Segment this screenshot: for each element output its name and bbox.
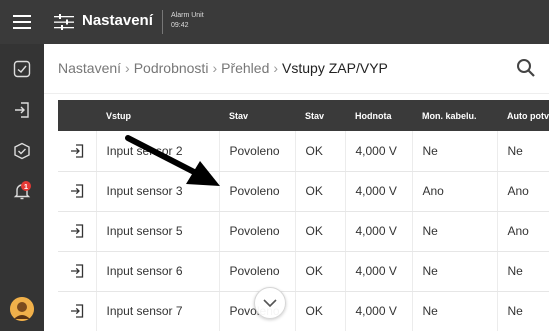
cell-auto-potv: Ne: [497, 251, 549, 292]
row-icon-cell: [58, 171, 97, 212]
user-avatar[interactable]: [10, 297, 34, 321]
cell-stav-2: OK: [295, 131, 346, 172]
hamburger-menu-icon: [13, 15, 31, 29]
col-header-icon: [58, 100, 96, 131]
cell-stav-2: OK: [295, 171, 346, 212]
input-login-icon: [70, 304, 83, 318]
breadcrumb-current: Vstupy ZAP/VYP: [282, 60, 388, 76]
cell-hodnota: 4,000 V: [345, 211, 413, 252]
left-rail: 1: [0, 0, 44, 331]
cell-hodnota: 4,000 V: [345, 251, 413, 292]
breadcrumb-bar: Nastavení › Podrobnosti › Přehled › Vstupy ZAP…: [44, 44, 549, 94]
cell-hodnota: 4,000 V: [345, 131, 413, 172]
cell-vstup: Input sensor 5: [96, 211, 220, 252]
input-login-icon: [70, 184, 83, 198]
cell-stav-2: OK: [295, 211, 346, 252]
cell-mon-kabelu: Ne: [412, 291, 498, 331]
nav-inputs-button[interactable]: [0, 89, 44, 131]
cell-stav: Povoleno: [219, 211, 296, 252]
header-divider: [162, 10, 163, 34]
app-root: 1 Nastavení Alarm Unit 09:42 Nastavení ›…: [0, 0, 549, 331]
cell-hodnota: 4,000 V: [345, 291, 413, 331]
table-row[interactable]: Input sensor 5 Povoleno OK 4,000 V Ne Ano: [58, 211, 549, 252]
unit-info: Alarm Unit 09:42: [171, 11, 204, 31]
alarm-badge-count: 1: [24, 182, 28, 191]
cell-stav-2: OK: [295, 291, 346, 331]
col-header-auto-potv[interactable]: Auto potv: [497, 100, 549, 131]
input-login-icon: [70, 264, 83, 278]
table-row[interactable]: Input sensor 7 Povoleno OK 4,000 V Ne Ne: [58, 291, 549, 331]
unit-name: Alarm Unit: [171, 12, 204, 19]
cell-mon-kabelu: Ano: [412, 171, 498, 212]
breadcrumb-separator: ›: [125, 60, 130, 76]
page-title: Nastavení: [82, 12, 153, 29]
user-avatar-icon: [10, 297, 34, 321]
top-bar: Nastavení Alarm Unit 09:42: [44, 0, 549, 44]
breadcrumb-item[interactable]: Přehled: [221, 60, 269, 76]
input-login-icon: [70, 144, 83, 158]
settings-sliders-icon: [54, 14, 74, 30]
input-login-icon: [70, 224, 83, 238]
chevron-down-icon: [263, 299, 277, 308]
cell-auto-potv: Ne: [497, 131, 549, 172]
cell-hodnota: 4,000 V: [345, 171, 413, 212]
menu-button[interactable]: [0, 0, 44, 44]
cell-stav: Povoleno: [219, 171, 296, 212]
cell-mon-kabelu: Ne: [412, 131, 498, 172]
check-square-icon: [14, 142, 30, 160]
cell-vstup: Input sensor 6: [96, 251, 220, 292]
table-row[interactable]: Input sensor 6 Povoleno OK 4,000 V Ne Ne: [58, 251, 549, 292]
cell-stav: Povoleno: [219, 131, 296, 172]
cell-stav-2: OK: [295, 251, 346, 292]
table-header-row: Vstup Stav Stav Hodnota Mon. kabelu. Aut…: [58, 100, 549, 131]
row-icon-cell: [58, 291, 97, 331]
cell-mon-kabelu: Ne: [412, 251, 498, 292]
col-header-hodnota[interactable]: Hodnota: [345, 100, 412, 131]
nav-checks-button[interactable]: [0, 130, 44, 172]
col-header-stav[interactable]: Stav: [219, 100, 295, 131]
breadcrumb-item[interactable]: Podrobnosti: [134, 60, 209, 76]
cell-vstup: Input sensor 7: [96, 291, 220, 331]
cell-auto-potv: Ano: [497, 171, 549, 212]
col-header-stav-2[interactable]: Stav: [295, 100, 345, 131]
cell-mon-kabelu: Ne: [412, 211, 498, 252]
row-icon-cell: [58, 251, 97, 292]
login-icon: [15, 102, 29, 118]
breadcrumb-item[interactable]: Nastavení: [58, 60, 121, 76]
nav-alarms-button[interactable]: 1: [0, 170, 44, 212]
breadcrumb-separator: ›: [273, 60, 279, 76]
search-button[interactable]: [516, 58, 536, 82]
dashboard-check-icon: [13, 60, 31, 78]
search-icon: [517, 59, 535, 77]
breadcrumb-separator: ›: [212, 60, 218, 76]
breadcrumb: Nastavení › Podrobnosti › Přehled › Vstupy ZAP…: [58, 60, 388, 76]
annotation-arrow-icon: [125, 135, 220, 186]
cell-auto-potv: Ano: [497, 211, 549, 252]
unit-time: 09:42: [171, 22, 189, 29]
row-icon-cell: [58, 131, 97, 172]
col-header-vstup[interactable]: Vstup: [96, 100, 219, 131]
col-header-mon-kabelu[interactable]: Mon. kabelu.: [412, 100, 497, 131]
scroll-down-button[interactable]: [254, 287, 286, 319]
cell-auto-potv: Ne: [497, 291, 549, 331]
cell-stav: Povoleno: [219, 251, 296, 292]
row-icon-cell: [58, 211, 97, 252]
alarm-bell-icon: 1: [13, 181, 31, 200]
nav-dashboard-button[interactable]: [0, 48, 44, 90]
